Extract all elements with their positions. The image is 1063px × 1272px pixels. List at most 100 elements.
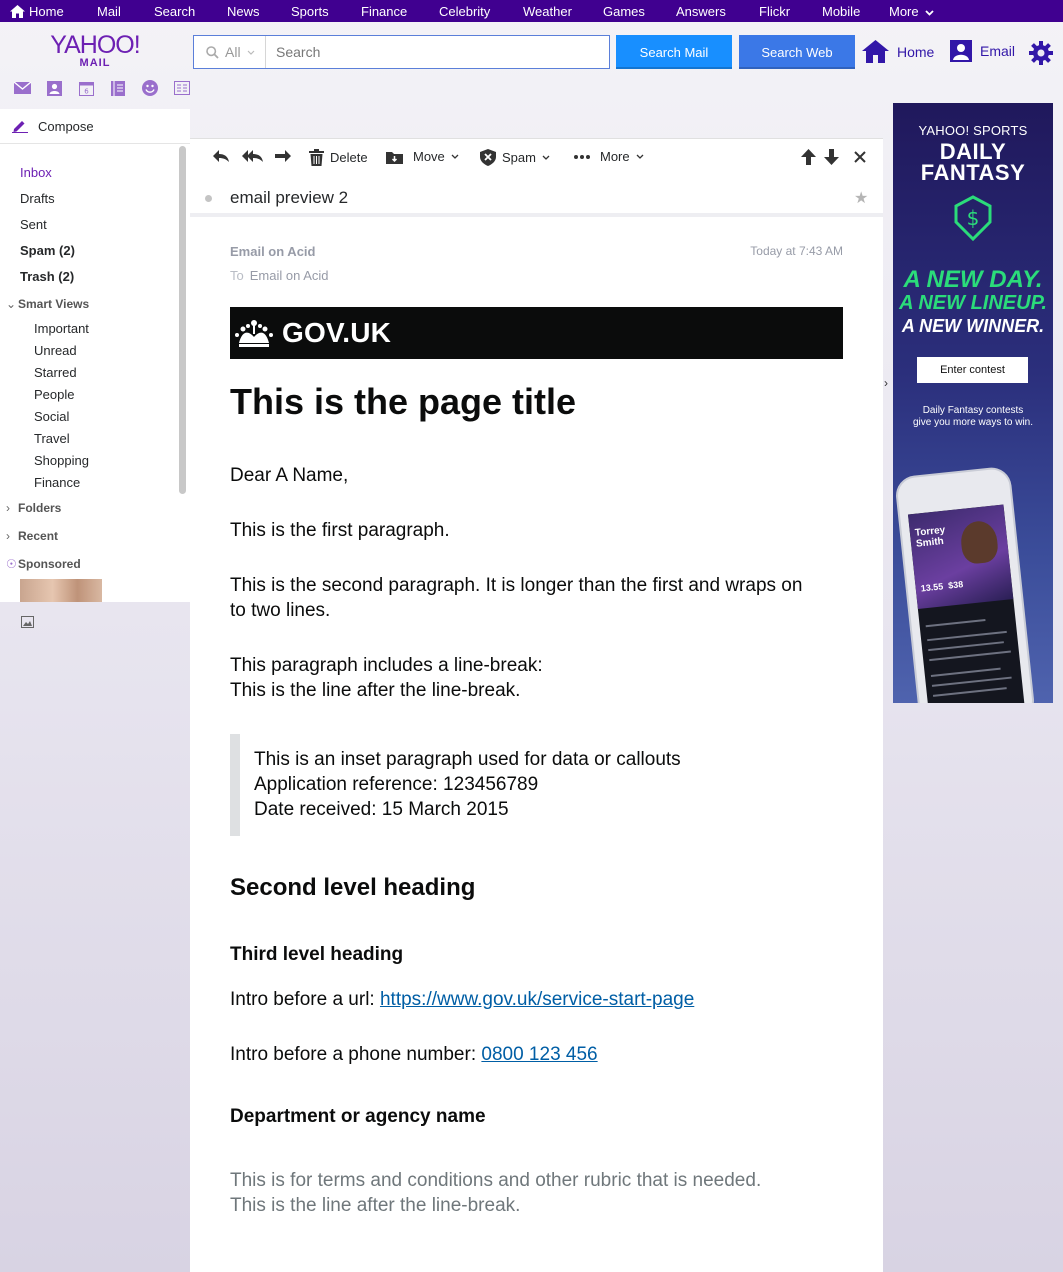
folder-sent[interactable]: Sent xyxy=(20,217,47,232)
nav-celebrity[interactable]: Celebrity xyxy=(439,4,490,19)
search-input[interactable] xyxy=(266,37,609,67)
folders-toggle[interactable]: › Folders xyxy=(6,501,61,515)
email-paragraph-2: This is the second paragraph. It is long… xyxy=(230,575,803,621)
screen-text-line xyxy=(928,641,1004,652)
newsfeed-app-button[interactable] xyxy=(166,79,198,97)
smart-view-unread[interactable]: Unread xyxy=(34,343,77,358)
nav-sports[interactable]: Sports xyxy=(291,4,329,19)
folder-trash[interactable]: Trash (2) xyxy=(20,269,74,284)
reply-icon xyxy=(213,150,229,162)
screen-text-line xyxy=(931,676,1012,687)
spam-button[interactable]: Spam xyxy=(480,149,550,166)
unread-dot[interactable] xyxy=(205,195,212,202)
ad-choices-icon[interactable]: ☉ xyxy=(6,557,18,571)
nav-finance[interactable]: Finance xyxy=(361,4,407,19)
dollar-shield-icon: $ xyxy=(954,195,992,241)
search-scope-dropdown[interactable]: All xyxy=(194,36,266,68)
email-second-level-heading: Second level heading xyxy=(230,874,476,901)
smart-view-people[interactable]: People xyxy=(34,387,74,402)
move-button[interactable]: Move xyxy=(386,149,459,164)
nav-home[interactable]: Home xyxy=(10,4,64,19)
pencil-icon xyxy=(12,121,28,133)
email-page-title: This is the page title xyxy=(230,381,577,422)
header-home-link[interactable]: Home xyxy=(862,40,934,63)
service-start-link[interactable]: https://www.gov.uk/service-start-page xyxy=(380,989,694,1010)
smart-view-travel[interactable]: Travel xyxy=(34,431,70,446)
nav-flickr[interactable]: Flickr xyxy=(759,4,790,19)
yahoo-mail-logo[interactable]: YAHOO! MAIL xyxy=(48,33,142,69)
email-third-level-heading: Third level heading xyxy=(230,944,404,965)
email-rubric: This is for terms and conditions and oth… xyxy=(230,1168,843,1218)
smart-views-toggle[interactable]: ⌄ Smart Views xyxy=(6,297,89,311)
home-icon xyxy=(862,40,889,63)
previous-message-button[interactable] xyxy=(801,149,816,165)
nav-answers[interactable]: Answers xyxy=(676,4,726,19)
screen-text-line xyxy=(927,630,1007,642)
mail-app-button[interactable] xyxy=(6,79,38,97)
smart-view-shopping[interactable]: Shopping xyxy=(34,453,89,468)
player-name: Torrey Smith xyxy=(914,525,947,550)
smart-view-important[interactable]: Important xyxy=(34,321,89,336)
phone-screen: Torrey Smith 13.55 $38 xyxy=(907,504,1025,703)
search-box: All xyxy=(193,35,610,69)
smart-view-social[interactable]: Social xyxy=(34,409,69,424)
folders-section-label: Folders xyxy=(18,501,62,515)
move-label: Move xyxy=(413,149,445,164)
calendar-icon: 6 xyxy=(78,81,94,96)
apps-row: 6 xyxy=(6,79,198,97)
smart-view-finance[interactable]: Finance xyxy=(34,475,80,490)
folder-drafts[interactable]: Drafts xyxy=(20,191,55,206)
nav-news[interactable]: News xyxy=(227,4,260,19)
email-paragraph-3: This paragraph includes a line-break: Th… xyxy=(230,653,843,703)
recipient-name[interactable]: Email on Acid xyxy=(250,268,329,283)
daily-fantasy-ad[interactable]: YAHOO! SPORTS DAILY FANTASY $ A NEW DAY.… xyxy=(893,103,1053,703)
more-button[interactable]: More xyxy=(574,149,644,164)
smart-view-starred[interactable]: Starred xyxy=(34,365,77,380)
spam-shield-icon xyxy=(480,149,496,166)
chevron-right-icon[interactable]: › xyxy=(884,376,888,390)
nav-weather[interactable]: Weather xyxy=(523,4,572,19)
nav-more[interactable]: More xyxy=(889,4,934,19)
reply-button[interactable] xyxy=(212,149,230,163)
star-icon[interactable]: ★ xyxy=(854,188,868,208)
mail-icon xyxy=(13,82,31,94)
contacts-app-button[interactable] xyxy=(38,79,70,97)
home-icon xyxy=(10,5,25,18)
folder-inbox[interactable]: Inbox xyxy=(20,165,52,180)
reply-all-button[interactable] xyxy=(242,149,264,163)
search-mail-button[interactable]: Search Mail xyxy=(616,35,732,69)
delete-button[interactable]: Delete xyxy=(309,149,368,166)
forward-button[interactable] xyxy=(274,149,292,163)
search-web-button[interactable]: Search Web xyxy=(739,35,855,69)
rubric-line-2: This is the line after the line-break. xyxy=(230,1195,521,1216)
recent-toggle[interactable]: › Recent xyxy=(6,529,58,543)
folder-spam[interactable]: Spam (2) xyxy=(20,243,75,258)
gear-icon[interactable] xyxy=(1029,41,1053,65)
image-icon[interactable] xyxy=(21,616,34,628)
message-pane: Delete Move Spam More email preview 2 ★ … xyxy=(190,138,883,1272)
url-intro: Intro before a url: xyxy=(230,989,380,1010)
nav-more-label: More xyxy=(889,4,919,19)
nav-games[interactable]: Games xyxy=(603,4,645,19)
govuk-wordmark: GOV.UK xyxy=(282,317,392,348)
sender-name[interactable]: Email on Acid xyxy=(230,244,315,259)
nav-search[interactable]: Search xyxy=(154,4,195,19)
nav-mobile[interactable]: Mobile xyxy=(822,4,860,19)
messenger-app-button[interactable] xyxy=(134,79,166,97)
enter-contest-button[interactable]: Enter contest xyxy=(917,357,1028,383)
notepad-app-button[interactable] xyxy=(102,79,134,97)
nav-mail[interactable]: Mail xyxy=(97,4,121,19)
calendar-app-button[interactable]: 6 xyxy=(70,79,102,97)
sponsored-thumbnail[interactable] xyxy=(20,579,102,602)
phone-number-link[interactable]: 0800 123 456 xyxy=(481,1044,597,1065)
screen-text-line xyxy=(929,650,1011,662)
govuk-banner[interactable]: GOV.UK xyxy=(230,307,843,359)
sidebar-scrollbar[interactable] xyxy=(179,146,186,494)
ad-title-line-1: DAILY xyxy=(939,139,1007,164)
close-message-button[interactable] xyxy=(854,151,866,163)
compose-button[interactable]: Compose xyxy=(0,109,190,144)
header-email-link[interactable]: Email xyxy=(950,40,1015,62)
more-label: More xyxy=(600,149,630,164)
next-message-button[interactable] xyxy=(824,149,839,165)
email-url-paragraph: Intro before a url: https://www.gov.uk/s… xyxy=(230,987,843,1012)
